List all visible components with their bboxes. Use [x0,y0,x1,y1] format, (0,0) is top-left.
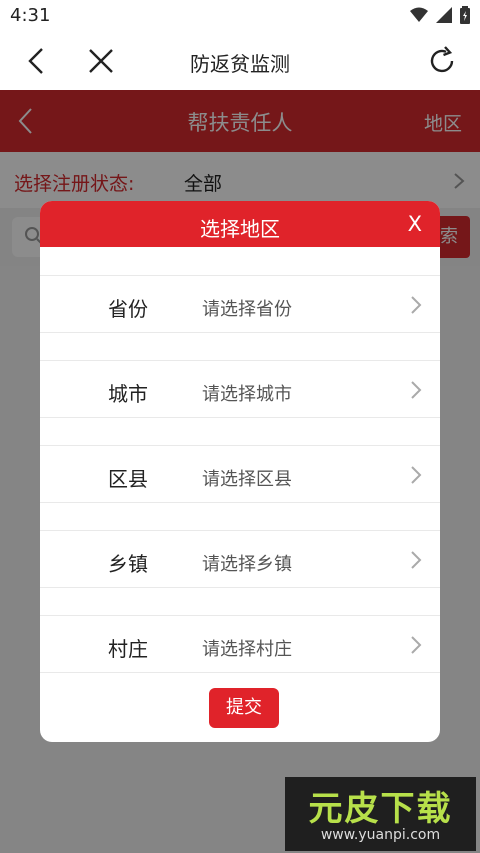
close-icon[interactable] [86,46,116,76]
row-placeholder: 请选择乡镇 [202,554,292,575]
row-placeholder: 请选择省份 [202,299,292,320]
row-placeholder: 请选择村庄 [202,639,292,660]
nav-bar: 防返贫监测 [0,32,480,90]
watermark-brand: 元皮下载 [308,789,453,829]
wifi-icon [410,7,428,22]
back-arrow-icon[interactable] [22,46,52,76]
signal-icon [436,7,452,23]
watermark-logo: 元皮下载 www.yuanpi.com [285,777,476,851]
row-placeholder: 请选择区县 [202,469,292,490]
status-time: 4:31 [10,5,51,26]
chevron-right-icon [411,381,422,399]
town-row[interactable]: 乡镇 请选择乡镇 [40,530,440,588]
submit-button[interactable]: 提交 [209,688,279,728]
page-title: 防返贫监测 [190,52,290,76]
district-row[interactable]: 区县 请选择区县 [40,445,440,503]
status-icons [410,6,470,24]
modal-title: 选择地区 [200,217,280,241]
chevron-right-icon [411,296,422,314]
village-row[interactable]: 村庄 请选择村庄 [40,615,440,673]
refresh-icon[interactable] [426,45,458,77]
chevron-right-icon [411,466,422,484]
modal-header: 选择地区 X [40,201,440,247]
chevron-right-icon [411,636,422,654]
modal-close-button[interactable]: X [408,212,422,236]
status-bar: 4:31 [0,0,480,32]
battery-icon [460,6,470,24]
row-label: 区县 [108,467,148,491]
row-label: 省份 [108,297,148,321]
row-label: 城市 [108,382,148,406]
chevron-right-icon [411,551,422,569]
row-label: 村庄 [108,637,148,661]
province-row[interactable]: 省份 请选择省份 [40,275,440,333]
select-region-modal: 选择地区 X 省份 请选择省份 城市 请选择城市 区县 请选择区县 乡镇 请选择… [40,201,440,742]
watermark-url: www.yuanpi.com [320,827,441,843]
city-row[interactable]: 城市 请选择城市 [40,360,440,418]
row-placeholder: 请选择城市 [202,384,292,405]
row-label: 乡镇 [108,552,148,576]
